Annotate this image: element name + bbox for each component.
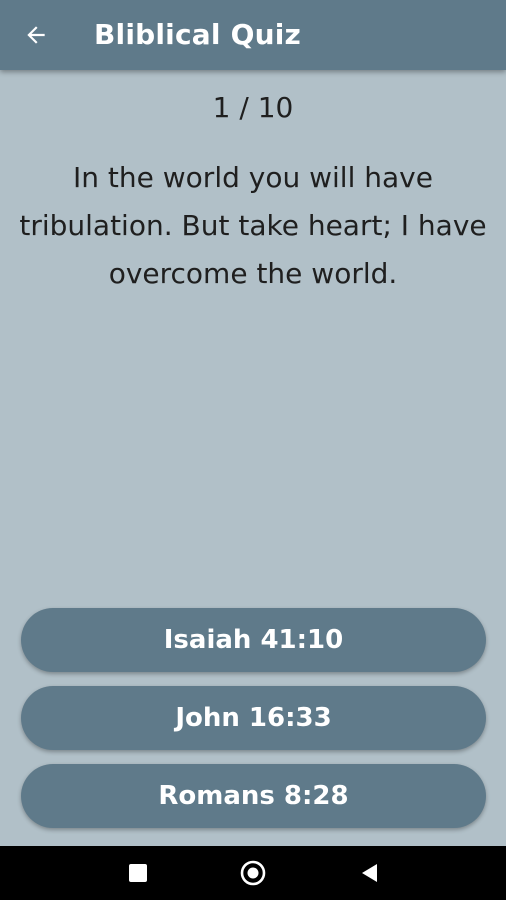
arrow-left-icon xyxy=(27,26,45,44)
home-button[interactable] xyxy=(225,846,281,900)
system-back-button[interactable] xyxy=(341,846,397,900)
home-circle-icon xyxy=(240,860,266,886)
answer-button-1[interactable]: Isaiah 41:10 xyxy=(21,608,486,672)
recents-button[interactable] xyxy=(110,846,166,900)
question-counter: 1 / 10 xyxy=(212,91,294,124)
answer-button-2[interactable]: John 16:33 xyxy=(21,686,486,750)
question-text: In the world you will have tribulation. … xyxy=(19,161,487,290)
recents-square-icon xyxy=(129,864,147,882)
answer-button-3[interactable]: Romans 8:28 xyxy=(21,764,486,828)
back-triangle-icon xyxy=(362,864,377,882)
quiz-content: 1 / 10 In the world you will have tribul… xyxy=(0,70,506,846)
answer-list: Isaiah 41:10 John 16:33 Romans 8:28 xyxy=(21,608,486,842)
back-button[interactable] xyxy=(14,14,58,56)
app-title: Bliblical Quiz xyxy=(94,18,302,51)
system-navigation-bar xyxy=(0,846,506,900)
app-bar: Bliblical Quiz xyxy=(0,0,506,70)
